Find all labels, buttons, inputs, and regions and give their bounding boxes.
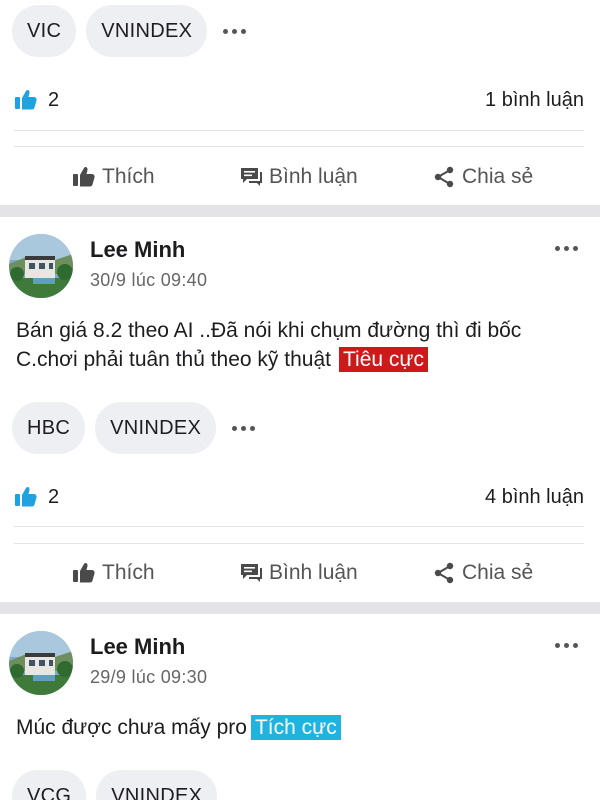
tag-chip[interactable]: VNINDEX	[86, 5, 208, 57]
comment-bubble-icon	[241, 168, 262, 186]
tag-chip[interactable]: HBC	[12, 402, 86, 454]
avatar[interactable]	[9, 631, 73, 695]
post-text: Múc được chưa mấy pro	[16, 716, 247, 739]
comment-button[interactable]: Bình luận	[239, 561, 358, 585]
post-tags: VIC VNINDEX	[12, 5, 247, 57]
share-button[interactable]: Chia sẻ	[432, 561, 533, 585]
thumbs-up-outline-icon	[73, 562, 95, 583]
avatar[interactable]	[9, 234, 73, 298]
divider	[14, 543, 584, 544]
likes-summary[interactable]: 2	[14, 88, 59, 112]
share-button[interactable]: Chia sẻ	[432, 165, 533, 189]
action-bar: Thích Bình luận Chia sẻ	[0, 152, 600, 202]
tag-chip[interactable]: VIC	[12, 5, 77, 57]
divider	[14, 526, 584, 527]
divider	[14, 146, 584, 147]
post-stats: 2 1 bình luận	[14, 85, 584, 115]
likes-count: 2	[48, 485, 60, 508]
post-separator	[0, 205, 600, 217]
comments-count[interactable]: 1 bình luận	[485, 89, 584, 112]
post-content: Bán giá 8.2 theo AI ..Đã nói khi chụm đư…	[16, 316, 570, 374]
share-label: Chia sẻ	[462, 561, 534, 584]
like-button[interactable]: Thích	[72, 561, 155, 585]
comment-label: Bình luận	[269, 165, 358, 188]
more-dots-icon[interactable]	[232, 425, 256, 431]
post-content: Múc được chưa mấy pro Tích cực	[16, 713, 570, 742]
share-label: Chia sẻ	[462, 165, 534, 188]
more-dots-icon[interactable]	[223, 28, 247, 34]
author-name[interactable]: Lee Minh	[90, 237, 185, 263]
more-dots-icon[interactable]	[555, 643, 578, 648]
like-label: Thích	[102, 561, 155, 584]
thumbs-up-filled-icon	[15, 89, 37, 110]
likes-summary[interactable]: 2	[14, 485, 59, 509]
post-tags: VCG VNINDEX	[12, 770, 218, 800]
likes-count: 2	[48, 88, 60, 111]
author-name[interactable]: Lee Minh	[90, 634, 185, 660]
like-label: Thích	[102, 165, 155, 188]
comment-button[interactable]: Bình luận	[239, 165, 358, 189]
sentiment-badge: Tích cực	[250, 715, 341, 740]
tag-chip[interactable]: VNINDEX	[96, 770, 218, 800]
post-tags: HBC VNINDEX	[12, 402, 256, 454]
tag-chip[interactable]: VNINDEX	[95, 402, 217, 454]
more-dots-icon[interactable]	[555, 246, 578, 251]
comments-count[interactable]: 4 bình luận	[485, 486, 584, 509]
feed: VIC VNINDEX 2 1 bình luận Thích Bình luậ…	[0, 0, 600, 800]
sentiment-badge: Tiêu cực	[338, 347, 428, 372]
post-time: 30/9 lúc 09:40	[90, 270, 208, 290]
post-separator	[0, 602, 600, 614]
comment-bubble-icon	[241, 564, 262, 582]
tag-chip[interactable]: VCG	[12, 770, 87, 800]
post-time: 29/9 lúc 09:30	[90, 667, 208, 687]
divider	[14, 130, 584, 131]
share-icon	[434, 166, 454, 188]
thumbs-up-outline-icon	[73, 166, 95, 187]
share-icon	[434, 562, 454, 584]
post-stats: 2 4 bình luận	[14, 482, 584, 512]
comment-label: Bình luận	[269, 561, 358, 584]
action-bar: Thích Bình luận Chia sẻ	[0, 548, 600, 598]
thumbs-up-filled-icon	[15, 486, 37, 507]
post-text: Bán giá 8.2 theo AI ..Đã nói khi chụm đư…	[16, 319, 522, 371]
like-button[interactable]: Thích	[72, 165, 155, 189]
